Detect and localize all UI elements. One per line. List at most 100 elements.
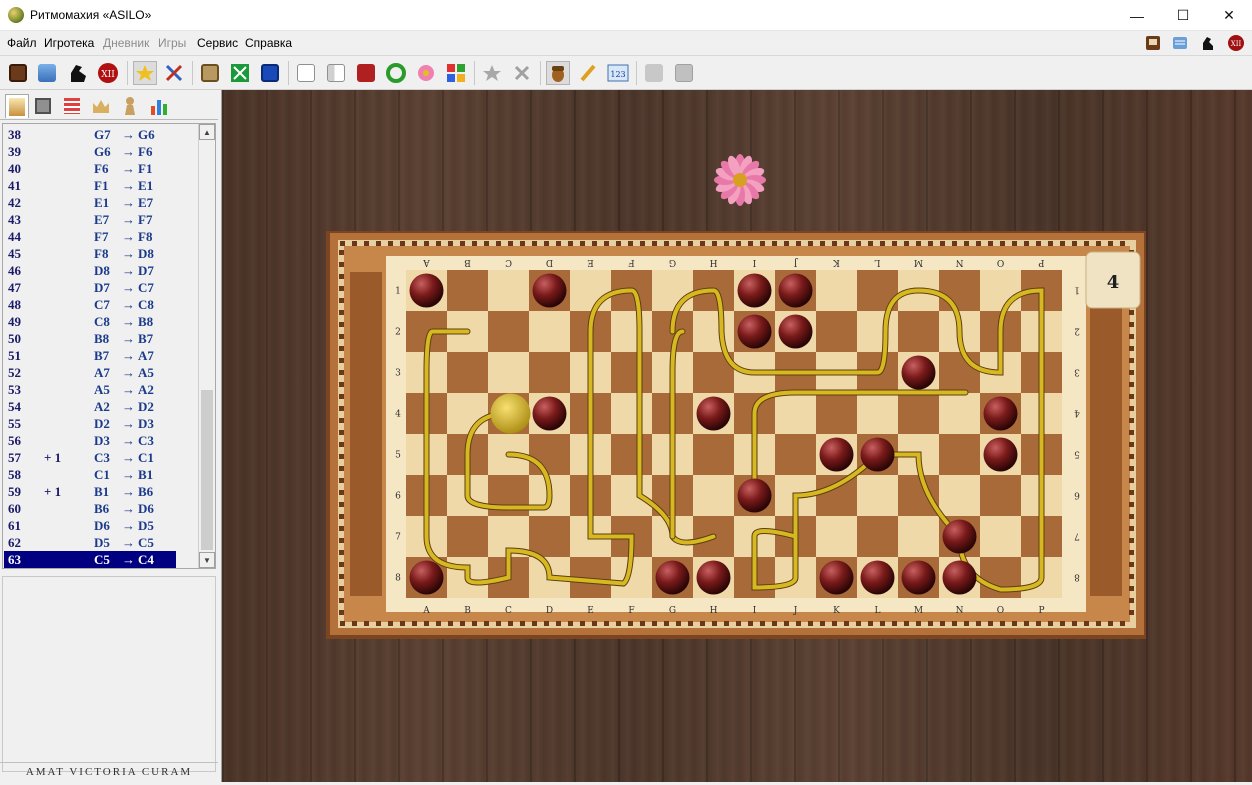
game-ball[interactable] [532,273,567,308]
move-row[interactable]: 44 F7 → F8 [4,228,176,245]
board-square[interactable] [652,270,693,311]
calculator-icon[interactable] [31,94,55,118]
game-ball[interactable] [696,560,731,595]
move-row[interactable]: 57 + 1 C3 → C1 [4,449,176,466]
board-square[interactable] [857,311,898,352]
board-square[interactable] [693,434,734,475]
board-square[interactable] [939,352,980,393]
board-square[interactable] [529,352,570,393]
menu-diary[interactable]: Дневник [103,36,149,50]
game-ball[interactable] [901,355,936,390]
game-ball[interactable] [819,437,854,472]
game-ball[interactable] [778,273,813,308]
pawn-icon[interactable] [118,94,142,118]
board-square[interactable] [775,393,816,434]
move-row[interactable]: 47 D7 → C7 [4,279,176,296]
move-row[interactable]: 40 F6 → F1 [4,160,176,177]
game-ball[interactable] [860,560,895,595]
maximize-button[interactable]: ☐ [1160,0,1206,31]
move-row[interactable]: 56 D3 → C3 [4,432,176,449]
board-square[interactable] [488,311,529,352]
move-row[interactable]: 46 D8 → D7 [4,262,176,279]
game-ball[interactable] [819,560,854,595]
move-row[interactable]: 41 F1 → E1 [4,177,176,194]
board-square[interactable] [611,393,652,434]
move-row[interactable]: 55 D2 → D3 [4,415,176,432]
board-square[interactable] [529,311,570,352]
menu-service[interactable]: Сервис [197,36,238,50]
game-ball[interactable] [737,314,772,349]
board-square[interactable] [898,311,939,352]
scroll-icon[interactable] [35,61,59,85]
counter-123-icon[interactable]: 123 [606,61,630,85]
board-square[interactable] [611,311,652,352]
game-ball[interactable] [655,560,690,595]
flower-icon[interactable] [414,61,438,85]
board-square[interactable] [693,475,734,516]
game-ball[interactable] [409,273,444,308]
board-square[interactable] [447,270,488,311]
board-square[interactable] [529,516,570,557]
menu-file[interactable]: Файл [7,36,37,50]
move-list[interactable]: 63 C5 → C4 62 D5 → C5 61 D6 → D5 60 B6 → D6 59 + 1 B1 → B6 58… [2,123,216,569]
move-row[interactable]: 39 G6 → F6 [4,143,176,160]
board-square[interactable] [611,352,652,393]
board-square[interactable] [816,393,857,434]
move-row[interactable]: 60 B6 → D6 [4,500,176,517]
yarn-ball[interactable] [490,393,531,434]
game-ball[interactable] [696,396,731,431]
game-board[interactable]: A A B B C C D D E E F F G G H H I I J J K K L L M M N N O O P P 1 1 2 2 3 3 4 4… [222,90,1252,782]
window-icon[interactable] [258,61,282,85]
board-square[interactable] [816,516,857,557]
move-row[interactable]: 62 D5 → C5 [4,534,176,551]
flower-marker[interactable] [714,154,766,206]
board-square[interactable] [611,434,652,475]
board-square[interactable] [980,270,1021,311]
board-square[interactable] [570,270,611,311]
menu-gamelibrary[interactable]: Игротека [44,36,94,50]
fullscreen-icon[interactable] [228,61,252,85]
move-row[interactable]: 53 A5 → A2 [4,381,176,398]
acorn-icon[interactable] [546,61,570,85]
calculator-icon[interactable] [444,61,468,85]
board-square[interactable] [447,393,488,434]
game-ball[interactable] [737,478,772,513]
bar-chart-icon[interactable] [147,94,171,118]
crown-icon[interactable] [89,94,113,118]
move-row[interactable]: 59 + 1 B1 → B6 [4,483,176,500]
game-ball[interactable] [983,437,1018,472]
board-square[interactable] [939,434,980,475]
board-square[interactable] [939,393,980,434]
move-row[interactable]: 63 C5 → C4 [4,551,176,568]
board-square[interactable] [816,475,857,516]
scroll-icon[interactable] [1173,37,1187,49]
move-row[interactable]: 58 C1 → B1 [4,466,176,483]
game-ball[interactable] [409,560,444,595]
board-square[interactable] [488,270,529,311]
game-ball[interactable] [737,273,772,308]
move-row[interactable]: 50 B8 → B7 [4,330,176,347]
move-row[interactable]: 54 A2 → D2 [4,398,176,415]
clock-icon[interactable] [1146,36,1160,50]
move-row[interactable]: 38 G7 → G6 [4,126,176,143]
roman-xii-icon[interactable]: XII [96,61,120,85]
board-square[interactable] [898,475,939,516]
minimize-button[interactable]: — [1114,0,1160,31]
game-ball[interactable] [532,396,567,431]
board-icon[interactable] [198,61,222,85]
menu-games[interactable]: Игры [158,36,186,50]
horse-icon[interactable] [1203,37,1213,50]
game-ball[interactable] [860,437,895,472]
move-row[interactable]: 49 C8 → B8 [4,313,176,330]
board-square[interactable] [898,516,939,557]
move-row[interactable]: 51 B7 → A7 [4,347,176,364]
close-button[interactable]: ✕ [1206,0,1252,31]
candle-icon[interactable] [5,94,29,118]
move-row[interactable]: 43 E7 → F7 [4,211,176,228]
board-square[interactable] [816,311,857,352]
menu-help[interactable]: Справка [245,36,292,50]
scroll-up-button[interactable]: ▲ [199,124,215,140]
star-outline-icon[interactable] [480,61,504,85]
game-ball[interactable] [942,519,977,554]
move-row[interactable]: 52 A7 → A5 [4,364,176,381]
